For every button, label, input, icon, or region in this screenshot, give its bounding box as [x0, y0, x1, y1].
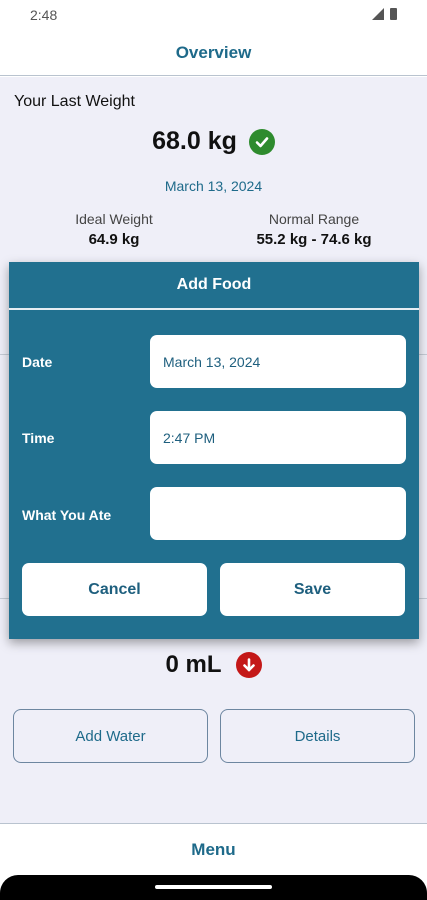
signal-icon: [372, 8, 384, 20]
page-title: Overview: [175, 42, 252, 62]
add-water-button[interactable]: Add Water: [13, 709, 208, 763]
arrow-down-circle-icon: [235, 652, 262, 678]
dialog-title-bar: Add Food: [9, 262, 419, 310]
normal-range-label: Normal Range: [268, 211, 360, 227]
ideal-weight-value: 64.9 kg: [88, 231, 140, 248]
system-nav-bar: [0, 875, 427, 900]
home-indicator[interactable]: [155, 885, 272, 889]
status-bar: 2:48: [0, 0, 427, 30]
normal-range-value: 55.2 kg - 74.6 kg: [256, 231, 372, 248]
food-label: What You Ate: [22, 507, 112, 523]
time-field[interactable]: 2:47 PM: [150, 411, 406, 464]
cancel-button[interactable]: Cancel: [22, 563, 207, 616]
normal-range-stat: Normal Range 55.2 kg - 74.6 kg: [232, 211, 396, 248]
check-circle-icon: [248, 128, 275, 155]
date-field[interactable]: March 13, 2024: [150, 335, 406, 388]
last-weight-date: March 13, 2024: [164, 178, 263, 194]
water-value: 0 mL: [165, 651, 222, 678]
water-details-button[interactable]: Details: [220, 709, 415, 763]
last-weight-value: 68.0 kg: [152, 127, 237, 155]
add-food-dialog: Add Food Date March 13, 2024 Time 2:47 P…: [9, 262, 419, 639]
food-input[interactable]: [150, 487, 406, 540]
bottom-bar: Menu: [0, 823, 427, 875]
menu-button[interactable]: Menu: [191, 840, 235, 860]
dialog-title: Add Food: [176, 276, 252, 293]
battery-icon: [390, 8, 397, 20]
weight-row: 68.0 kg: [0, 127, 427, 156]
status-icons: [372, 8, 397, 20]
date-label: Date: [22, 354, 53, 370]
last-weight-title: Your Last Weight: [14, 93, 135, 110]
ideal-weight-label: Ideal Weight: [75, 211, 153, 227]
app-header: Overview: [0, 30, 427, 76]
status-time: 2:48: [30, 7, 58, 23]
water-row: 0 mL: [0, 651, 427, 679]
time-label: Time: [22, 430, 55, 446]
save-button[interactable]: Save: [220, 563, 405, 616]
ideal-weight-stat: Ideal Weight 64.9 kg: [56, 211, 172, 248]
